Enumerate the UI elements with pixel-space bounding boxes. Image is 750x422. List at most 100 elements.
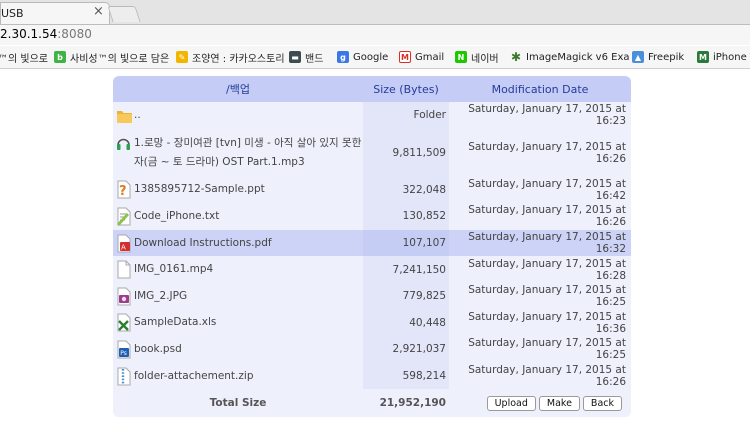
cell-size: 9,811,509 [363, 128, 449, 177]
cell-size: 107,107 [363, 229, 449, 257]
image-file-icon [116, 287, 131, 306]
cell-date: Saturday, January 17, 2015 at 16:26 [468, 140, 626, 165]
file-name-link[interactable]: folder-attachement.zip [134, 367, 253, 386]
file-name-link[interactable]: IMG_0161.mp4 [134, 260, 213, 279]
file-listing: /백업 Size (Bytes) Modification Date .. Fo… [113, 76, 631, 418]
cell-name: IMG_0161.mp4 [113, 256, 363, 283]
upload-button[interactable]: Upload [486, 395, 536, 411]
bookmark-4[interactable]: g Google [337, 49, 388, 65]
cell-name: Ps book.psd [113, 336, 363, 363]
table-row[interactable]: 1.로망 - 장미여관 [tvn] 미생 - 아직 살아 있지 못한 자(금 ~… [113, 128, 631, 177]
spreadsheet-file-icon [116, 313, 131, 332]
header-size[interactable]: Size (Bytes) [363, 76, 449, 102]
cell-size: 40,448 [363, 309, 449, 337]
cell-name: 1.로망 - 장미여관 [tvn] 미생 - 아직 살아 있지 못한 자(금 ~… [113, 129, 363, 177]
bookmark-5[interactable]: M Gmail [399, 49, 444, 65]
bookmark-2[interactable]: ✎ 조양연 : 카카오스토리 [176, 49, 285, 65]
gmail-icon: M [399, 51, 411, 63]
cell-size: Folder [363, 102, 449, 129]
table-row[interactable]: Code_iPhone.txt 130,852 Saturday, Januar… [113, 203, 631, 230]
action-buttons: Upload Make Back [449, 395, 631, 411]
file-name-link[interactable]: .. [134, 106, 141, 125]
table-row[interactable]: Ps book.psd 2,921,037 Saturday, January … [113, 336, 631, 363]
svg-text:?: ? [119, 184, 127, 199]
bookmarks-bar: ™의 빛으로 b 사비성™의 빛으로 담은 ✎ 조양연 : 카카오스토리 ▬ 밴… [0, 46, 750, 69]
pdf-file-icon: A [116, 234, 131, 253]
cell-size: 598,214 [363, 362, 449, 390]
svg-text:Ps: Ps [120, 350, 127, 357]
cell-name: SampleData.xls [113, 310, 363, 337]
cell-name: IMG_2.JPG [113, 283, 363, 310]
bookmark-9[interactable]: M iPhone T [697, 49, 750, 65]
cell-date: Saturday, January 17, 2015 at 16:32 [449, 229, 631, 257]
cell-date: Saturday, January 17, 2015 at 16:26 [468, 364, 626, 389]
band-icon: ▬ [289, 51, 301, 63]
bookmark-6-label: 네이버 [471, 53, 499, 65]
address-bar[interactable]: 2.30.1.54:8080 [0, 25, 750, 45]
file-name-link[interactable]: IMG_2.JPG [134, 287, 187, 306]
file-table: /백업 Size (Bytes) Modification Date .. Fo… [113, 76, 631, 418]
table-row[interactable]: IMG_0161.mp4 7,241,150 Saturday, January… [113, 256, 631, 283]
tab-strip: USB × [0, 0, 750, 25]
header-name[interactable]: /백업 [113, 76, 363, 102]
table-row[interactable]: .. Folder Saturday, January 17, 2015 at … [113, 102, 631, 129]
bookmark-8[interactable]: ▲ Freepik [632, 49, 684, 65]
table-header: /백업 Size (Bytes) Modification Date [113, 76, 631, 102]
photoshop-file-icon: Ps [116, 340, 131, 359]
bookmark-8-label: Freepik [648, 51, 685, 63]
cell-name: .. [113, 102, 363, 129]
cell-name: A Download Instructions.pdf [113, 229, 363, 257]
bookmark-1[interactable]: b 사비성™의 빛으로 담은 [54, 49, 169, 65]
tab-title: USB [1, 7, 24, 20]
bookmark-5-label: Gmail [415, 51, 445, 63]
table-row[interactable]: A Download Instructions.pdf 107,107 Satu… [113, 229, 631, 257]
url-host: 2.30.1.54 [0, 27, 58, 41]
file-name-link[interactable]: SampleData.xls [134, 313, 216, 332]
cell-name: folder-attachement.zip [113, 363, 363, 390]
cell-date: Saturday, January 17, 2015 at 16:26 [468, 204, 626, 229]
total-size-label: Total Size [113, 389, 363, 418]
bookmark-3-label: 밴드 [305, 53, 324, 65]
cell-date: Saturday, January 17, 2015 at 16:25 [468, 337, 626, 362]
table-row[interactable]: SampleData.xls 40,448 Saturday, January … [113, 309, 631, 337]
file-name-link[interactable]: Download Instructions.pdf [134, 234, 272, 253]
make-button[interactable]: Make [538, 395, 580, 411]
bookmark-7[interactable]: ✱ ImageMagick v6 Exa [510, 49, 630, 65]
table-row[interactable]: IMG_2.JPG 779,825 Saturday, January 17, … [113, 282, 631, 310]
text-file-icon [116, 207, 131, 226]
file-name-link[interactable]: book.psd [134, 340, 182, 359]
cell-size: 322,048 [363, 176, 449, 204]
bookmark-9-label: iPhone T [713, 51, 750, 63]
table-row[interactable]: folder-attachement.zip 598,214 Saturday,… [113, 362, 631, 390]
back-button[interactable]: Back [582, 395, 622, 411]
cell-name: ? 1385895712-Sample.ppt [113, 177, 363, 204]
cell-name: Code_iPhone.txt [113, 203, 363, 230]
iphone-icon: M [697, 51, 709, 63]
bookmark-0[interactable]: ™의 빛으로 [0, 49, 48, 65]
cell-date: Saturday, January 17, 2015 at 16:42 [468, 177, 626, 202]
header-date[interactable]: Modification Date [449, 76, 631, 102]
bookmark-2-label: 조양연 : 카카오스토리 [192, 53, 285, 65]
browser-tab[interactable]: USB × [0, 2, 110, 24]
total-size-value: 21,952,190 [363, 389, 449, 418]
cell-date: Saturday, January 17, 2015 at 16:25 [468, 284, 626, 309]
cell-size: 130,852 [363, 203, 449, 230]
cell-date: Saturday, January 17, 2015 at 16:28 [468, 257, 626, 282]
table-row[interactable]: ? 1385895712-Sample.ppt 322,048 Saturday… [113, 176, 631, 204]
file-name-link[interactable]: Code_iPhone.txt [134, 207, 219, 226]
action-buttons-cell: Upload Make Back [449, 389, 631, 418]
cell-date: Saturday, January 17, 2015 at 16:23 [468, 103, 626, 128]
cell-size: 7,241,150 [363, 256, 449, 283]
google-icon: g [337, 51, 349, 63]
imagemagick-icon: ✱ [510, 50, 522, 64]
file-name-link[interactable]: 1.로망 - 장미여관 [tvn] 미생 - 아직 살아 있지 못한 자(금 ~… [134, 134, 363, 172]
cell-size: 2,921,037 [363, 336, 449, 363]
new-tab-button[interactable] [107, 6, 141, 22]
cell-size: 779,825 [363, 282, 449, 310]
file-name-link[interactable]: 1385895712-Sample.ppt [134, 180, 265, 199]
close-icon[interactable]: × [93, 5, 104, 19]
bookmark-3[interactable]: ▬ 밴드 [289, 49, 323, 65]
audio-file-icon [116, 135, 131, 154]
video-file-icon [116, 260, 131, 279]
bookmark-6[interactable]: N 네이버 [455, 49, 499, 65]
